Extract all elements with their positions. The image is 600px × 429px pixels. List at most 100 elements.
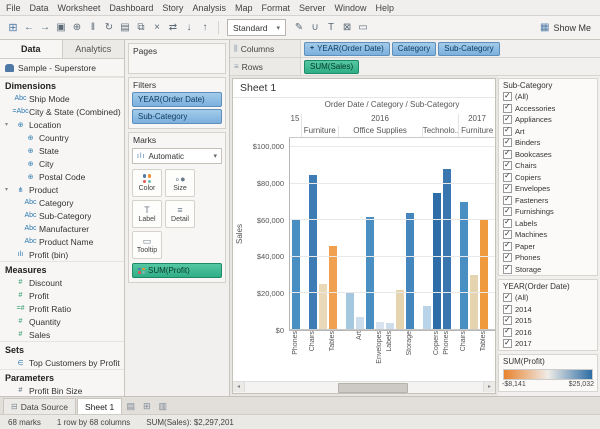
checkbox-checked-icon[interactable] xyxy=(503,104,512,113)
bar-tables[interactable] xyxy=(329,246,337,330)
field-product-name[interactable]: AbcProduct Name xyxy=(0,235,124,248)
save-icon[interactable]: ▣ xyxy=(53,18,69,38)
field-ship-mode[interactable]: AbcShip Mode xyxy=(0,92,124,105)
checkbox-checked-icon[interactable] xyxy=(503,293,512,302)
subcat-copiers[interactable]: Copiers xyxy=(499,172,597,184)
checkbox-checked-icon[interactable] xyxy=(503,173,512,182)
expand-date-icon[interactable]: + xyxy=(310,45,314,52)
horizontal-scrollbar[interactable]: ◂ ▸ xyxy=(233,381,495,393)
category-header-technolo[interactable]: Technolo.. xyxy=(422,126,459,137)
pause-updates-icon[interactable]: ‖ xyxy=(85,18,101,38)
field-profit-bin[interactable]: ılıProfit (bin) xyxy=(0,248,124,261)
new-worksheet-icon[interactable]: ▤ xyxy=(123,398,138,414)
size-button[interactable]: ∘● Size xyxy=(165,169,195,197)
bar-storage[interactable] xyxy=(406,213,414,330)
sheet-title[interactable]: Sheet 1 xyxy=(233,79,495,98)
field-manufacturer[interactable]: AbcManufacturer xyxy=(0,222,124,235)
group-members-icon[interactable]: ∪ xyxy=(307,18,323,38)
datasource-row[interactable]: Sample - Superstore xyxy=(0,59,124,77)
tab-data[interactable]: Data xyxy=(0,40,63,58)
add-datasource-icon[interactable]: ⊕ xyxy=(69,18,85,38)
menu-server[interactable]: Server xyxy=(299,3,326,13)
field-sub-category[interactable]: AbcSub-Category xyxy=(0,209,124,222)
field-profit[interactable]: #Profit xyxy=(0,289,124,302)
bar-6[interactable] xyxy=(366,217,374,330)
menu-map[interactable]: Map xyxy=(235,3,253,13)
clear-sheet-icon[interactable]: × xyxy=(149,18,165,38)
menu-window[interactable]: Window xyxy=(335,3,367,13)
field-postal-code[interactable]: ⊕Postal Code xyxy=(0,170,124,183)
subcat-labels[interactable]: Labels xyxy=(499,218,597,230)
filter-pill-sub-category[interactable]: Sub-Category xyxy=(132,109,222,124)
tab-data-source[interactable]: ⊟ Data Source xyxy=(3,398,76,414)
menu-worksheet[interactable]: Worksheet xyxy=(58,3,101,13)
field-city-state-combined[interactable]: =AbcCity & State (Combined) xyxy=(0,105,124,118)
x-tick-label[interactable]: Chairs xyxy=(460,331,467,351)
subcat-paper[interactable]: Paper xyxy=(499,241,597,253)
refresh-icon[interactable]: ↻ xyxy=(101,18,117,38)
menu-dashboard[interactable]: Dashboard xyxy=(109,3,153,13)
columns-pill-sub-category[interactable]: Sub-Category xyxy=(438,42,499,56)
pages-card-body[interactable] xyxy=(129,57,225,73)
bar-chairs[interactable] xyxy=(460,202,468,330)
checkbox-checked-icon[interactable] xyxy=(503,196,512,205)
swap-rows-columns-icon[interactable]: ⇄ xyxy=(165,18,181,38)
redo-icon[interactable]: → xyxy=(37,18,53,38)
tooltip-button[interactable]: ▭ Tooltip xyxy=(132,231,162,259)
x-tick-label[interactable]: Chairs xyxy=(309,331,316,351)
field-discount[interactable]: #Discount xyxy=(0,276,124,289)
field-profit-ratio[interactable]: =#Profit Ratio xyxy=(0,302,124,315)
year-header-2016[interactable]: 2016 xyxy=(301,114,458,126)
checkbox-checked-icon[interactable] xyxy=(503,207,512,216)
detail-button[interactable]: ≡ Detail xyxy=(165,200,195,228)
subcat-envelopes[interactable]: Envelopes xyxy=(499,183,597,195)
tab-sheet-1[interactable]: Sheet 1 xyxy=(77,398,122,414)
columns-pill-year-order-date[interactable]: +YEAR(Order Date) xyxy=(304,42,390,56)
subcat-storage[interactable]: Storage xyxy=(499,264,597,276)
label-button[interactable]: T Label xyxy=(132,200,162,228)
new-story-icon[interactable]: ▥ xyxy=(155,398,170,414)
subcat-phones[interactable]: Phones xyxy=(499,252,597,264)
checkbox-checked-icon[interactable] xyxy=(503,92,512,101)
subcat-bookcases[interactable]: Bookcases xyxy=(499,149,597,161)
checkbox-checked-icon[interactable] xyxy=(503,161,512,170)
checkbox-checked-icon[interactable] xyxy=(503,230,512,239)
category-header-furniture[interactable]: Furniture xyxy=(458,126,495,137)
subcat-furnishings[interactable]: Furnishings xyxy=(499,206,597,218)
subcat-accessories[interactable]: Accessories xyxy=(499,103,597,115)
menu-story[interactable]: Story xyxy=(162,3,183,13)
menu-data[interactable]: Data xyxy=(30,3,49,13)
field-quantity[interactable]: #Quantity xyxy=(0,315,124,328)
checkbox-checked-icon[interactable] xyxy=(503,316,512,325)
bar-phones[interactable] xyxy=(292,220,300,330)
scroll-right-icon[interactable]: ▸ xyxy=(483,382,495,392)
sort-ascending-icon[interactable]: ↓ xyxy=(181,18,197,38)
checkbox-checked-icon[interactable] xyxy=(503,305,512,314)
sort-descending-icon[interactable]: ↑ xyxy=(197,18,213,38)
mark-type-dropdown[interactable]: ılı Automatic ▾ xyxy=(132,148,222,164)
bar-chairs[interactable] xyxy=(309,175,317,330)
bar-copiers[interactable] xyxy=(433,193,441,330)
x-tick-label[interactable]: Phones xyxy=(292,331,299,355)
checkbox-checked-icon[interactable] xyxy=(503,219,512,228)
menu-file[interactable]: File xyxy=(6,3,21,13)
year-header-15[interactable]: 15 xyxy=(289,114,301,126)
field-location[interactable]: ▾⊕Location xyxy=(0,118,124,131)
x-tick-label[interactable]: Envelopes xyxy=(376,331,383,364)
field-category[interactable]: AbcCategory xyxy=(0,196,124,209)
checkbox-checked-icon[interactable] xyxy=(503,127,512,136)
field-sales[interactable]: #Sales xyxy=(0,328,124,341)
tableau-logo-icon[interactable]: ⊞ xyxy=(5,18,21,38)
sum-profit-pill[interactable]: SUM(Profit) xyxy=(132,263,222,278)
duplicate-sheet-icon[interactable]: ⧉ xyxy=(133,18,149,38)
subcat-chairs[interactable]: Chairs xyxy=(499,160,597,172)
bar-phones[interactable] xyxy=(443,169,451,330)
field-profit-bin-size[interactable]: #Profit Bin Size xyxy=(0,384,124,396)
field-city[interactable]: ⊕City xyxy=(0,157,124,170)
scroll-left-icon[interactable]: ◂ xyxy=(233,382,245,392)
bar-15[interactable] xyxy=(470,275,478,330)
checkbox-checked-icon[interactable] xyxy=(503,253,512,262)
subcat-art[interactable]: Art xyxy=(499,126,597,138)
undo-icon[interactable]: ← xyxy=(21,18,37,38)
expand-icon[interactable]: ▾ xyxy=(5,121,12,128)
